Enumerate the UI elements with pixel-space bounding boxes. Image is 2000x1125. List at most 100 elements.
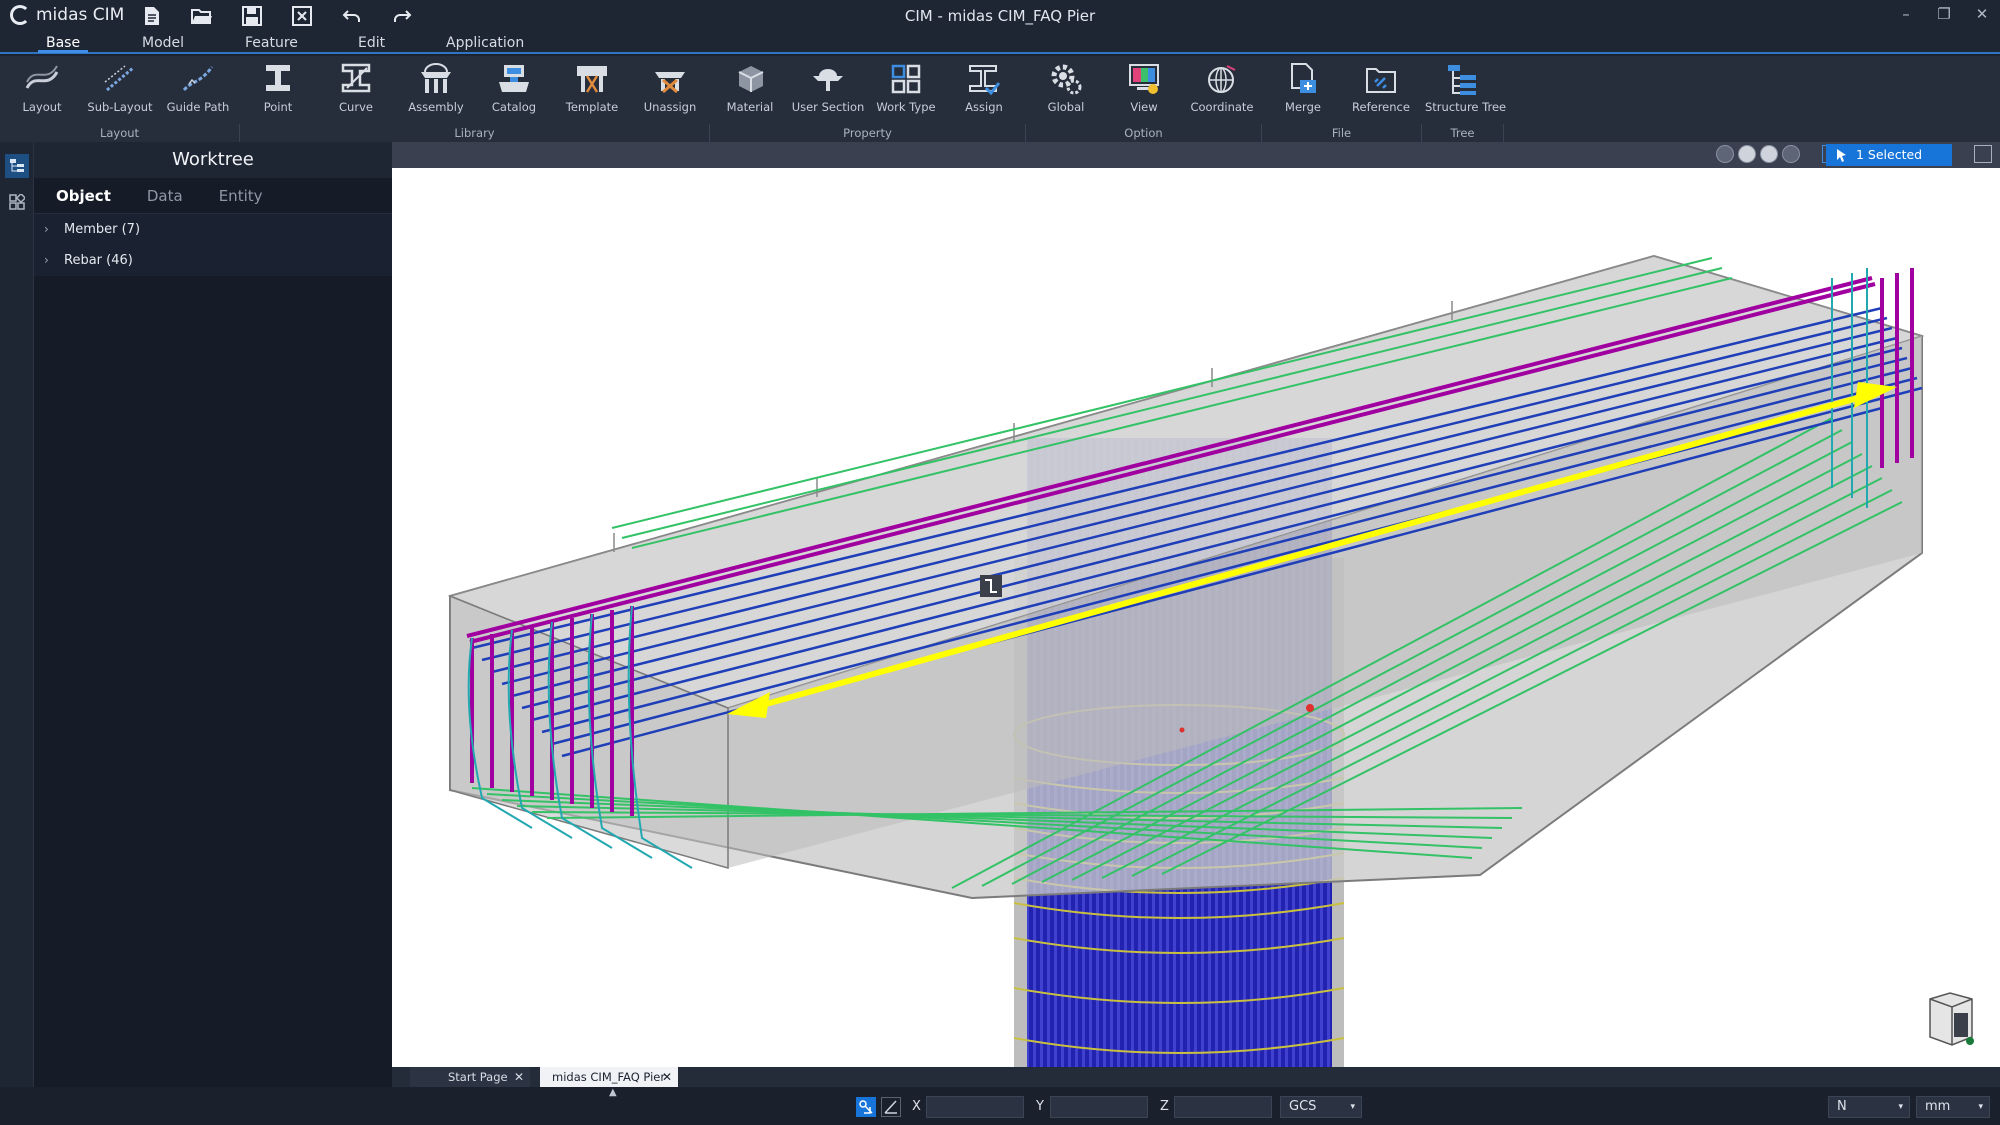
global-button[interactable]: Global: [1029, 60, 1103, 124]
save-icon: [242, 6, 262, 26]
group-layout-label: Layout: [0, 124, 240, 142]
catalog-button[interactable]: Catalog: [477, 60, 551, 124]
z-label: Z: [1160, 1099, 1169, 1114]
doc-tab-label: Start Page: [448, 1070, 508, 1084]
collapse-arrow-icon[interactable]: ▲: [609, 1087, 617, 1098]
undo-icon: [342, 10, 360, 22]
doc-tab-pier-model[interactable]: midas CIM_FAQ Pier ✕: [540, 1067, 678, 1087]
worktree-tab-object[interactable]: Object: [48, 183, 119, 209]
view-button[interactable]: View: [1107, 60, 1181, 124]
curve-section-icon: [341, 63, 371, 93]
worktree-tab-entity[interactable]: Entity: [211, 183, 271, 209]
reference-button[interactable]: Reference: [1344, 60, 1418, 124]
chevron-down-icon: ▾: [1898, 1102, 1903, 1112]
y-coordinate-input[interactable]: [1050, 1096, 1148, 1118]
group-tree-label: Tree: [1422, 124, 1504, 142]
merge-button[interactable]: Merge: [1266, 60, 1340, 124]
point-button[interactable]: Point: [241, 60, 315, 124]
coordinate-system-select[interactable]: GCS ▾: [1280, 1096, 1362, 1118]
marker-point: [1179, 727, 1185, 733]
worktree-panel: Worktree Object Data Entity › Member (7)…: [34, 142, 392, 1089]
restore-button[interactable]: ❐: [1936, 4, 1952, 24]
close-file-icon: [292, 6, 312, 26]
cursor-arrow-icon: [1837, 149, 1846, 162]
structure-tree-icon: [1448, 65, 1476, 95]
status-bar: ▲ X Y Z GCS ▾ N ▾ mm ▾: [0, 1087, 2000, 1125]
tab-model[interactable]: Model: [134, 33, 192, 53]
user-section-button[interactable]: User Section: [791, 60, 865, 124]
close-file-button[interactable]: [290, 4, 314, 28]
close-icon[interactable]: ✕: [662, 1067, 672, 1087]
work-type-button[interactable]: Work Type: [869, 60, 943, 124]
tab-feature[interactable]: Feature: [237, 33, 306, 53]
template-button[interactable]: Template: [555, 60, 629, 124]
close-icon[interactable]: ✕: [514, 1067, 524, 1087]
force-unit-select[interactable]: N ▾: [1828, 1096, 1910, 1118]
structure-tree-button[interactable]: Structure Tree: [1425, 60, 1506, 124]
merge-file-icon: [1291, 63, 1316, 93]
curve-button[interactable]: Curve: [319, 60, 393, 124]
tab-edit[interactable]: Edit: [350, 33, 393, 53]
document-tab-bar: Start Page ✕ midas CIM_FAQ Pier ✕: [392, 1067, 2000, 1087]
chevron-down-icon: ▾: [1350, 1102, 1355, 1112]
coordinate-button[interactable]: Coordinate: [1185, 60, 1259, 124]
tree-item-member[interactable]: › Member (7): [34, 214, 392, 245]
assembly-button[interactable]: Assembly: [399, 60, 473, 124]
material-button[interactable]: Material: [713, 60, 787, 124]
worktree-tab-data[interactable]: Data: [139, 183, 191, 209]
open-file-button[interactable]: [190, 4, 214, 28]
layout-icon: [25, 65, 59, 89]
doc-tab-label: midas CIM_FAQ Pier: [552, 1070, 666, 1084]
undo-button[interactable]: [340, 4, 364, 28]
x-coordinate-input[interactable]: [926, 1096, 1024, 1118]
worktree-icon: [10, 159, 24, 172]
render-solid-button[interactable]: [1760, 145, 1778, 163]
title-bar: midas CIM CIM - midas CIM_FAQ Pier – ❐ ✕: [0, 0, 2000, 32]
3d-viewport[interactable]: [392, 168, 2000, 1067]
x-label: X: [912, 1099, 921, 1114]
worktree-panel-button[interactable]: [5, 154, 29, 178]
app-brand: midas CIM: [36, 5, 125, 25]
panel-icon-strip: [0, 142, 34, 1089]
sub-layout-button[interactable]: Sub-Layout: [83, 60, 157, 124]
length-unit-value: mm: [1925, 1099, 1951, 1114]
length-unit-select[interactable]: mm ▾: [1916, 1096, 1990, 1118]
catalog-icon: [499, 65, 529, 92]
render-wire-button[interactable]: [1716, 145, 1734, 163]
render-transparent-button[interactable]: [1782, 145, 1800, 163]
reference-link-icon: [1366, 68, 1396, 93]
guide-path-button[interactable]: Guide Path: [161, 60, 235, 124]
library-panel-button[interactable]: [5, 190, 29, 214]
new-file-button[interactable]: [140, 4, 164, 28]
tab-application[interactable]: Application: [438, 33, 532, 53]
z-coordinate-input[interactable]: [1174, 1096, 1272, 1118]
angle-toggle-button[interactable]: [881, 1097, 901, 1117]
layout-button[interactable]: Layout: [5, 60, 79, 124]
selection-status[interactable]: 1 Selected: [1826, 144, 1952, 166]
chevron-right-icon[interactable]: ›: [44, 214, 54, 245]
chevron-right-icon[interactable]: ›: [44, 245, 54, 276]
save-button[interactable]: [240, 4, 264, 28]
marker-point: [1306, 704, 1314, 712]
assign-button[interactable]: Assign: [947, 60, 1021, 124]
minimize-button[interactable]: –: [1898, 4, 1914, 24]
material-cube-icon: [738, 66, 764, 92]
snap-toggle-button[interactable]: [856, 1097, 876, 1117]
doc-tab-start-page[interactable]: Start Page ✕: [410, 1067, 530, 1087]
pier-model-render: [447, 254, 1925, 1067]
chevron-down-icon: ▾: [1978, 1102, 1983, 1112]
group-file-label: File: [1262, 124, 1422, 142]
tree-item-rebar[interactable]: › Rebar (46): [34, 245, 392, 276]
work-type-grid-icon: [891, 64, 921, 94]
tab-base[interactable]: Base: [38, 33, 89, 53]
redo-button[interactable]: [390, 4, 414, 28]
angle-icon: [884, 1100, 897, 1114]
unassign-button[interactable]: Unassign: [633, 60, 707, 124]
grid-panel-icon: [9, 194, 25, 210]
close-window-button[interactable]: ✕: [1974, 4, 1990, 24]
view-cube-icon: [1929, 992, 1974, 1046]
viewport-options-button[interactable]: [1974, 145, 1992, 163]
render-shade-button[interactable]: [1738, 145, 1756, 163]
view-cube[interactable]: [1924, 991, 1978, 1047]
app-logo: midas CIM: [10, 5, 124, 25]
